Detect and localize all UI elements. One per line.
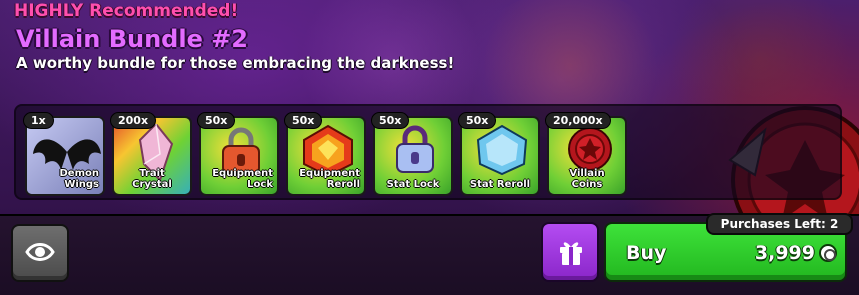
bundle-subtitle: A worthy bundle for those embracing the … bbox=[16, 54, 455, 72]
reward-item-equipment-lock[interactable]: 50x Equipment Lock bbox=[197, 112, 279, 196]
recommendation-tag: HIGHLY Recommended! bbox=[14, 1, 239, 21]
reward-label: Stat Reroll bbox=[469, 179, 531, 190]
reward-label: Demon Wings bbox=[59, 168, 100, 190]
reward-quantity: 50x bbox=[197, 112, 236, 129]
price-value: 3,999 bbox=[754, 242, 815, 264]
eye-icon bbox=[25, 243, 55, 261]
reward-item-villain-coins[interactable]: 20,000x Villain Coins bbox=[545, 112, 627, 196]
preview-button[interactable] bbox=[11, 224, 69, 282]
rewards-container: 1x Demon Wings 200x Trait Crystal 50x Eq… bbox=[14, 104, 842, 200]
villain-coin-icon bbox=[568, 127, 612, 171]
bundle-panel: HIGHLY Recommended! Villain Bundle #2 A … bbox=[0, 0, 859, 295]
reward-quantity: 20,000x bbox=[545, 112, 611, 129]
reward-quantity: 200x bbox=[110, 112, 157, 129]
reward-item-equipment-reroll[interactable]: 50x Equipment Reroll bbox=[284, 112, 366, 196]
reward-quantity: 1x bbox=[23, 112, 54, 129]
reward-item-stat-lock[interactable]: 50x Stat Lock bbox=[371, 112, 453, 196]
reward-item-stat-reroll[interactable]: 50x Stat Reroll bbox=[458, 112, 540, 196]
reward-item-demon-wings[interactable]: 1x Demon Wings bbox=[23, 112, 105, 196]
purchases-left-badge: Purchases Left: 2 bbox=[706, 213, 853, 235]
reward-quantity: 50x bbox=[284, 112, 323, 129]
gift-button[interactable] bbox=[541, 222, 599, 282]
reward-label: Villain Coins bbox=[569, 168, 605, 190]
bundle-title: Villain Bundle #2 bbox=[16, 25, 249, 53]
stat-lock-icon bbox=[396, 125, 434, 173]
reward-quantity: 50x bbox=[371, 112, 410, 129]
reward-item-trait-crystal[interactable]: 200x Trait Crystal bbox=[110, 112, 192, 196]
buy-label: Buy bbox=[626, 242, 667, 264]
gift-icon bbox=[560, 242, 582, 265]
stat-reroll-icon bbox=[476, 124, 528, 176]
reward-label: Stat Lock bbox=[386, 179, 440, 190]
reward-label: Trait Crystal bbox=[132, 168, 172, 190]
reward-label: Equipment Lock bbox=[212, 168, 273, 190]
robux-icon bbox=[819, 244, 837, 262]
reward-label: Equipment Reroll bbox=[299, 168, 360, 190]
reward-quantity: 50x bbox=[458, 112, 497, 129]
